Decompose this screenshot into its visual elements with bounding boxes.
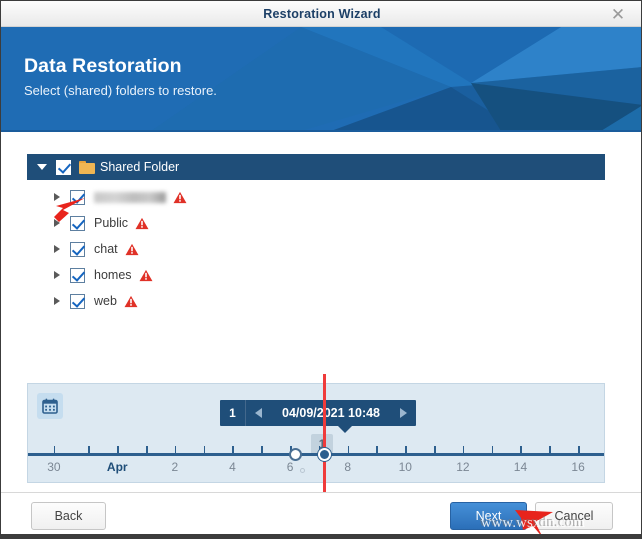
axis-tick-label: 2	[171, 460, 179, 474]
tree-item-label: chat	[94, 242, 118, 256]
date-navigator-pointer	[338, 426, 352, 433]
table-row[interactable]: homes	[27, 262, 605, 288]
tree-item-checkbox[interactable]	[70, 293, 85, 309]
banner-polygon-pattern	[1, 27, 641, 131]
axis-tick-label: 30	[47, 460, 61, 474]
shared-folder-tree: Shared Folder Public chat homes web	[27, 154, 605, 359]
axis-tick-label: 14	[513, 460, 528, 474]
warning-triangle-icon[interactable]	[135, 217, 149, 230]
calendar-icon[interactable]	[37, 393, 63, 419]
axis-tick-label: 16	[571, 460, 585, 474]
caret-down-icon[interactable]	[37, 164, 47, 170]
date-navigator[interactable]: 1 04/09/2021 10:48	[220, 400, 417, 433]
caret-right-icon[interactable]	[54, 297, 60, 305]
axis-tick-label: Apr	[106, 460, 128, 474]
page-title: Data Restoration	[24, 55, 182, 77]
axis-tick-label: 6	[286, 460, 294, 474]
tree-item-label: Public	[94, 216, 129, 230]
axis-line	[28, 453, 604, 456]
warning-triangle-icon[interactable]	[173, 191, 187, 204]
warning-triangle-icon[interactable]	[125, 243, 139, 256]
tree-item-label	[94, 191, 166, 203]
arrow-left-icon[interactable]	[246, 408, 271, 418]
version-timeline[interactable]: 1 04/09/2021 10:48 1 30 Apr 2 4 6 8 10 1…	[27, 374, 605, 499]
tree-item-checkbox[interactable]	[70, 189, 85, 205]
table-row[interactable]: Public	[27, 210, 605, 236]
caret-right-icon[interactable]	[54, 271, 60, 279]
table-row[interactable]	[27, 184, 605, 210]
tree-item-label: web	[94, 294, 117, 308]
axis-tick-label: 12	[456, 460, 470, 474]
axis-tick-label: 10	[398, 460, 412, 474]
wizard-banner: Data Restoration Select (shared) folders…	[1, 27, 641, 131]
tree-root-row[interactable]: Shared Folder	[27, 154, 605, 180]
version-index: 1	[220, 400, 246, 426]
page-subtitle: Select (shared) folders to restore.	[24, 83, 217, 98]
tree-root-label: Shared Folder	[100, 160, 180, 174]
timeline-selected-point[interactable]	[317, 448, 331, 461]
table-row[interactable]: web	[27, 288, 605, 314]
tree-item-checkbox[interactable]	[70, 241, 85, 257]
tree-item-checkbox[interactable]	[70, 267, 85, 283]
timeline-minor-marker	[300, 468, 305, 473]
caret-right-icon[interactable]	[54, 245, 60, 253]
cancel-button[interactable]: Cancel	[535, 502, 613, 530]
axis-tick-label: 8	[344, 460, 352, 474]
wizard-body: Shared Folder Public chat homes web 1 04…	[1, 132, 641, 499]
wizard-footer: Back Next Cancel	[1, 492, 641, 538]
caret-right-icon[interactable]	[54, 193, 60, 201]
tree-root-checkbox[interactable]	[56, 159, 71, 175]
selected-datetime: 04/09/2021 10:48	[282, 406, 381, 420]
folder-icon	[79, 160, 95, 174]
tree-item-label: homes	[94, 268, 132, 282]
window-title: Restoration Wizard	[263, 7, 381, 21]
axis-tick-label: 4	[229, 460, 236, 474]
caret-right-icon[interactable]	[54, 219, 60, 227]
tree-row-list: Public chat homes web	[27, 180, 605, 314]
window-titlebar: Restoration Wizard ✕	[1, 1, 641, 27]
table-row[interactable]: chat	[27, 236, 605, 262]
back-button[interactable]: Back	[31, 502, 106, 530]
timeline-handle[interactable]	[289, 448, 303, 461]
warning-triangle-icon[interactable]	[124, 295, 138, 308]
window-bottom-edge	[1, 534, 641, 538]
tree-item-checkbox[interactable]	[70, 215, 85, 231]
warning-triangle-icon[interactable]	[139, 269, 153, 282]
arrow-right-icon[interactable]	[391, 408, 416, 418]
restoration-wizard-window: Restoration Wizard ✕ Data Restoration Se…	[0, 0, 642, 539]
next-button[interactable]: Next	[450, 502, 527, 530]
timeline-axis[interactable]: 30 Apr 2 4 6 8 10 12 14 16	[28, 440, 604, 482]
close-icon[interactable]: ✕	[601, 1, 635, 27]
